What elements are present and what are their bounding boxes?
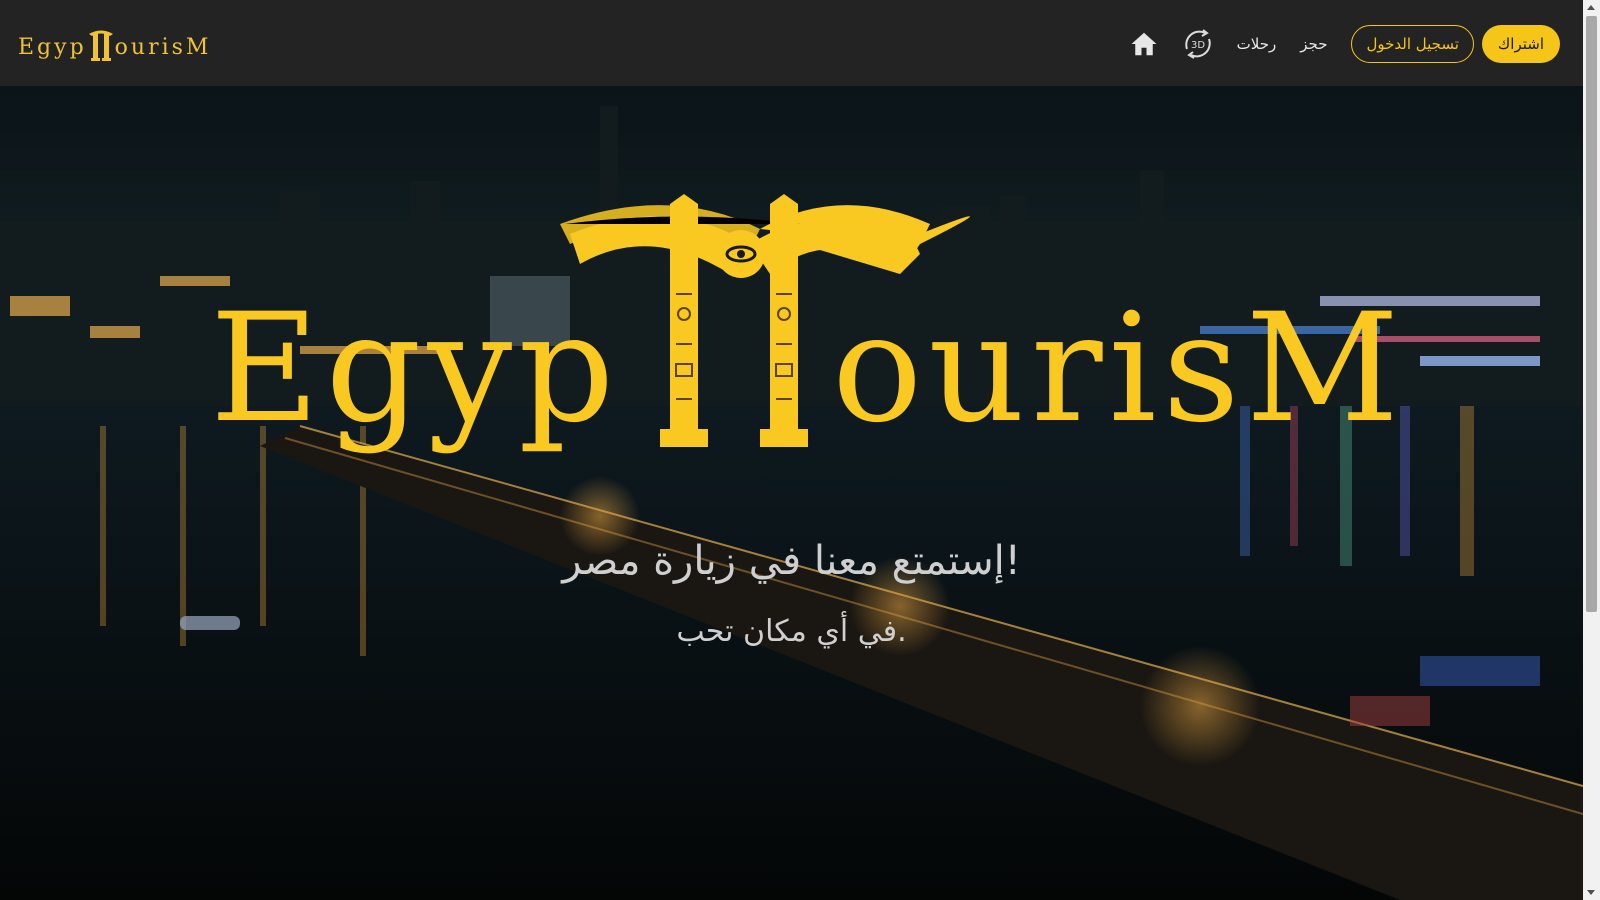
- hero-logo: Egyp ourisM: [200, 194, 1399, 464]
- scroll-down-arrow-icon[interactable]: [1587, 890, 1595, 895]
- home-icon[interactable]: [1129, 29, 1159, 59]
- top-navbar: Egyp ourisM 3D رحلات حجز تسجيل الدخول اش…: [0, 0, 1583, 86]
- nav-menu: 3D رحلات حجز تسجيل الدخول اشتراك: [1129, 25, 1560, 63]
- hero-section: Egyp ourisM إستمتع معنا في زيارة مصر! في…: [0, 86, 1583, 900]
- brand-logo[interactable]: Egyp ourisM: [18, 22, 208, 66]
- login-button[interactable]: تسجيل الدخول: [1351, 25, 1474, 63]
- 3d-icon-label: 3D: [1191, 40, 1205, 51]
- brand-wordmark: Egyp ourisM: [18, 28, 212, 61]
- scroll-thumb[interactable]: [1586, 16, 1597, 612]
- nav-link-trips[interactable]: رحلات: [1237, 35, 1277, 53]
- brand-text-prefix: Egyp: [18, 35, 87, 60]
- hero-title: إستمتع معنا في زيارة مصر!: [562, 538, 1021, 584]
- scroll-up-arrow-icon[interactable]: [1587, 5, 1595, 10]
- hero-logo-text-prefix: Egyp: [210, 282, 621, 456]
- hero-subtitle: في أي مكان تحب.: [676, 614, 907, 649]
- nav-link-bookings[interactable]: حجز: [1300, 35, 1327, 53]
- pillars-logo-icon: [88, 30, 113, 61]
- 3d-rotate-icon[interactable]: 3D: [1181, 27, 1215, 61]
- signup-button[interactable]: اشتراك: [1481, 25, 1560, 63]
- hero-logo-text-suffix: ourisM: [832, 282, 1406, 456]
- brand-text-suffix: ourisM: [114, 35, 212, 60]
- page-scrollbar[interactable]: [1583, 0, 1600, 900]
